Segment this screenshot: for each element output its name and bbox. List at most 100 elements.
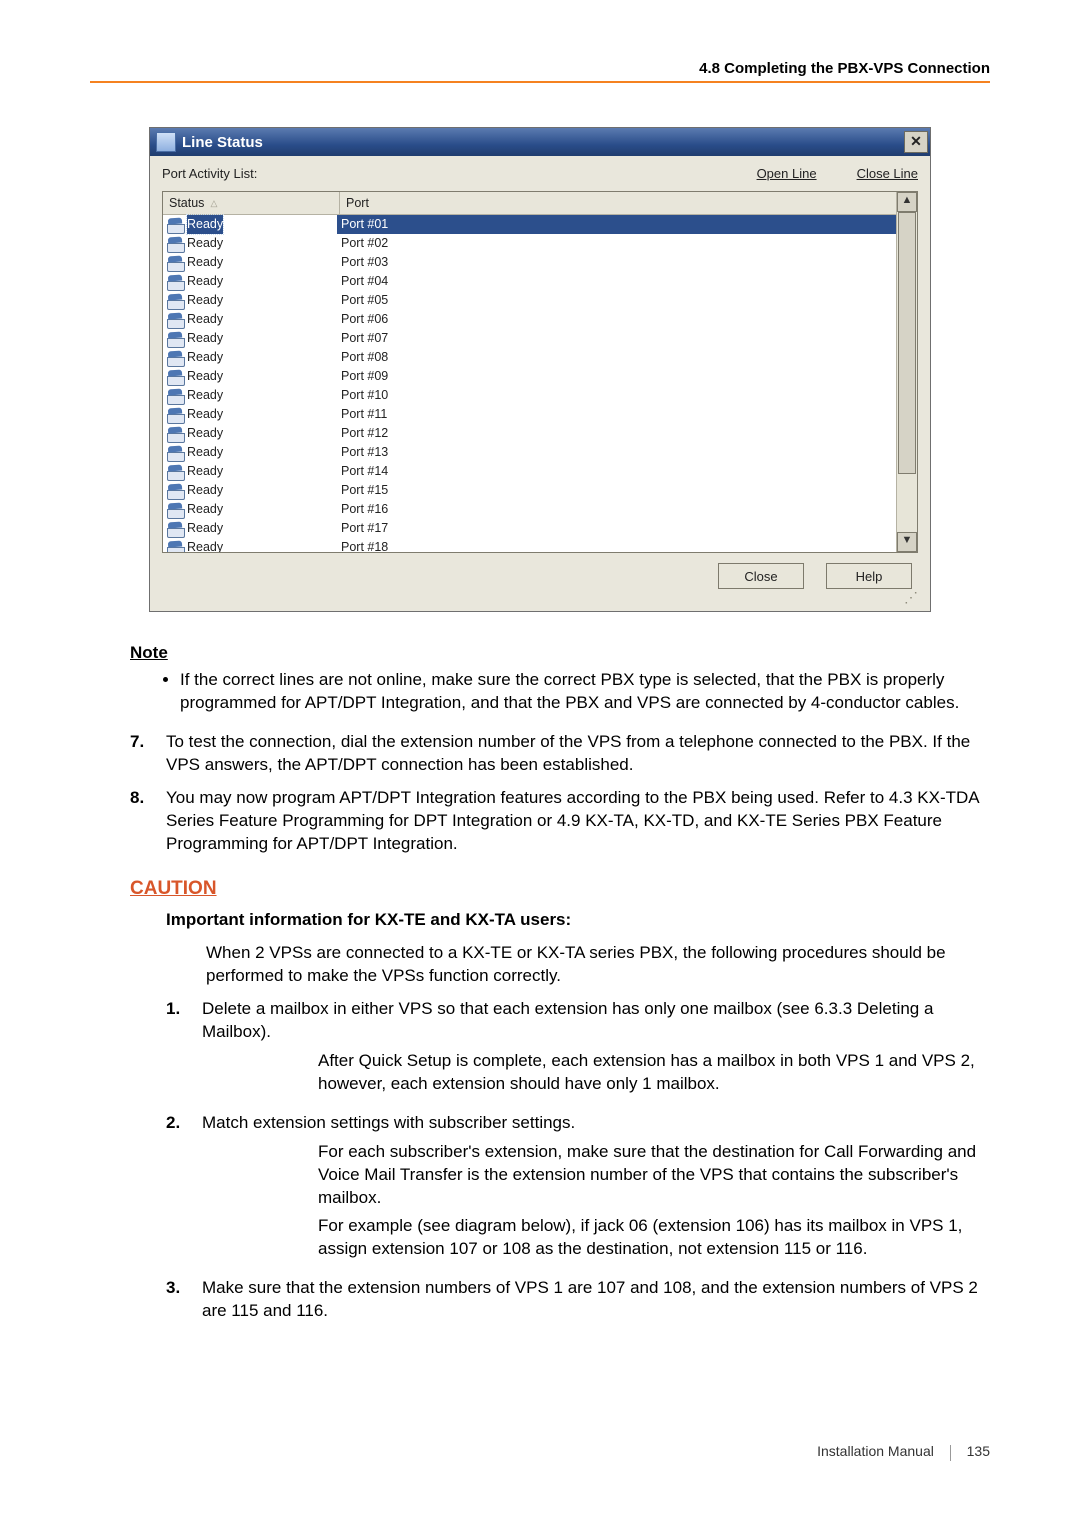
phone-icon (167, 465, 183, 479)
section-title: 4.8 Completing the PBX-VPS Connection (699, 60, 990, 77)
footer-manual: Installation Manual (817, 1443, 934, 1459)
dialog-titlebar[interactable]: Line Status ✕ (150, 128, 930, 156)
row-port: Port #17 (337, 519, 897, 538)
dialog-title: Line Status (182, 134, 904, 151)
row-port: Port #14 (337, 462, 897, 481)
col-status[interactable]: Status (169, 192, 204, 214)
row-status: Ready (187, 272, 223, 291)
row-port: Port #04 (337, 272, 897, 291)
footer-page-number: 135 (967, 1443, 990, 1459)
table-row[interactable]: Ready Port #07 (163, 329, 897, 348)
table-row[interactable]: ReadyPort #11 (163, 405, 897, 424)
scroll-down-icon[interactable]: ▼ (897, 532, 917, 552)
sort-asc-icon: △ (210, 192, 217, 214)
phone-icon (167, 446, 183, 460)
table-row[interactable]: Ready Port #17 (163, 519, 897, 538)
row-status: Ready (187, 367, 223, 386)
row-status: Ready (187, 538, 223, 552)
close-line-link[interactable]: Close Line (857, 166, 918, 181)
row-status: Ready (187, 500, 223, 519)
row-status: Ready (187, 310, 223, 329)
phone-icon (167, 294, 183, 308)
table-row[interactable]: ReadyPort #10 (163, 386, 897, 405)
phone-icon (167, 503, 183, 517)
table-row[interactable]: ReadyPort #15 (163, 481, 897, 500)
row-status: Ready (187, 215, 223, 234)
row-status: Ready (187, 291, 223, 310)
row-status: Ready (187, 386, 223, 405)
row-port: Port #08 (337, 348, 897, 367)
scroll-thumb[interactable] (898, 212, 916, 474)
table-row[interactable]: Ready Port #09 (163, 367, 897, 386)
row-port: Port #13 (337, 443, 897, 462)
list-item: 8.You may now program APT/DPT Integratio… (130, 787, 990, 856)
phone-icon (167, 370, 183, 384)
row-status: Ready (187, 519, 223, 538)
phone-icon (167, 332, 183, 346)
phone-icon (167, 541, 183, 553)
help-button[interactable]: Help (826, 563, 912, 589)
phone-icon (167, 275, 183, 289)
phone-icon (167, 256, 183, 270)
caution-intro: When 2 VPSs are connected to a KX-TE or … (206, 942, 990, 988)
port-activity-label: Port Activity List: (162, 166, 717, 181)
port-list[interactable]: Status △ Port Ready Port #01 Ready Port #02… (162, 191, 918, 553)
row-port: Port #07 (337, 329, 897, 348)
note-bullet: If the correct lines are not online, mak… (180, 669, 990, 715)
phone-icon (167, 389, 183, 403)
phone-icon (167, 484, 183, 498)
row-port: Port #05 (337, 291, 897, 310)
table-row[interactable]: Ready Port #02 (163, 234, 897, 253)
phone-icon (167, 313, 183, 327)
close-button[interactable]: Close (718, 563, 804, 589)
scroll-up-icon[interactable]: ▲ (897, 192, 917, 212)
table-row[interactable]: Ready Port #12 (163, 424, 897, 443)
row-status: Ready (187, 443, 223, 462)
table-row[interactable]: Ready Port #08 (163, 348, 897, 367)
header-divider (90, 81, 990, 83)
table-row[interactable]: Ready Port #05 (163, 291, 897, 310)
list-header[interactable]: Status △ Port (163, 192, 897, 215)
list-item: 2.Match extension settings with subscrib… (166, 1112, 990, 1268)
row-status: Ready (187, 348, 223, 367)
row-status: Ready (187, 329, 223, 348)
row-port: Port #09 (337, 367, 897, 386)
list-item: 3.Make sure that the extension numbers o… (166, 1277, 990, 1323)
caution-subheading: Important information for KX-TE and KX-T… (166, 909, 990, 932)
caution-heading: CAUTION (130, 876, 990, 902)
row-status: Ready (187, 424, 223, 443)
table-row[interactable]: Ready Port #14 (163, 462, 897, 481)
table-row[interactable]: Ready Port #01 (163, 215, 897, 234)
note-heading: Note (130, 642, 990, 665)
table-row[interactable]: Ready Port #18 (163, 538, 897, 552)
table-row[interactable]: Ready Port #13 (163, 443, 897, 462)
table-row[interactable]: Ready Port #03 (163, 253, 897, 272)
phone-icon (167, 351, 183, 365)
row-status: Ready (187, 462, 223, 481)
table-row[interactable]: Ready Port #04 (163, 272, 897, 291)
close-icon[interactable]: ✕ (904, 131, 928, 153)
list-item: 1.Delete a mailbox in either VPS so that… (166, 998, 990, 1102)
row-port: Port #01 (337, 215, 897, 234)
phone-icon (167, 522, 183, 536)
page-footer: Installation Manual 135 (90, 1443, 990, 1460)
row-port: Port #12 (337, 424, 897, 443)
row-port: Port #16 (337, 500, 897, 519)
line-status-dialog: Line Status ✕ Port Activity List: Open L… (149, 127, 931, 612)
phone-icon (167, 427, 183, 441)
row-port: Port #18 (337, 538, 897, 552)
phone-icon (167, 218, 183, 232)
resize-grip-icon[interactable]: ⋰ (162, 593, 918, 601)
row-port: Port #03 (337, 253, 897, 272)
table-row[interactable]: Ready Port #16 (163, 500, 897, 519)
phone-icon (167, 237, 183, 251)
col-port[interactable]: Port (346, 192, 369, 214)
phone-icon (167, 408, 183, 422)
row-status: Ready (187, 253, 223, 272)
row-port: Port #02 (337, 234, 897, 253)
table-row[interactable]: ReadyPort #06 (163, 310, 897, 329)
row-status: Ready (187, 481, 223, 500)
vertical-scrollbar[interactable]: ▲ ▼ (896, 192, 917, 552)
row-status: Ready (187, 234, 223, 253)
open-line-link[interactable]: Open Line (757, 166, 817, 181)
